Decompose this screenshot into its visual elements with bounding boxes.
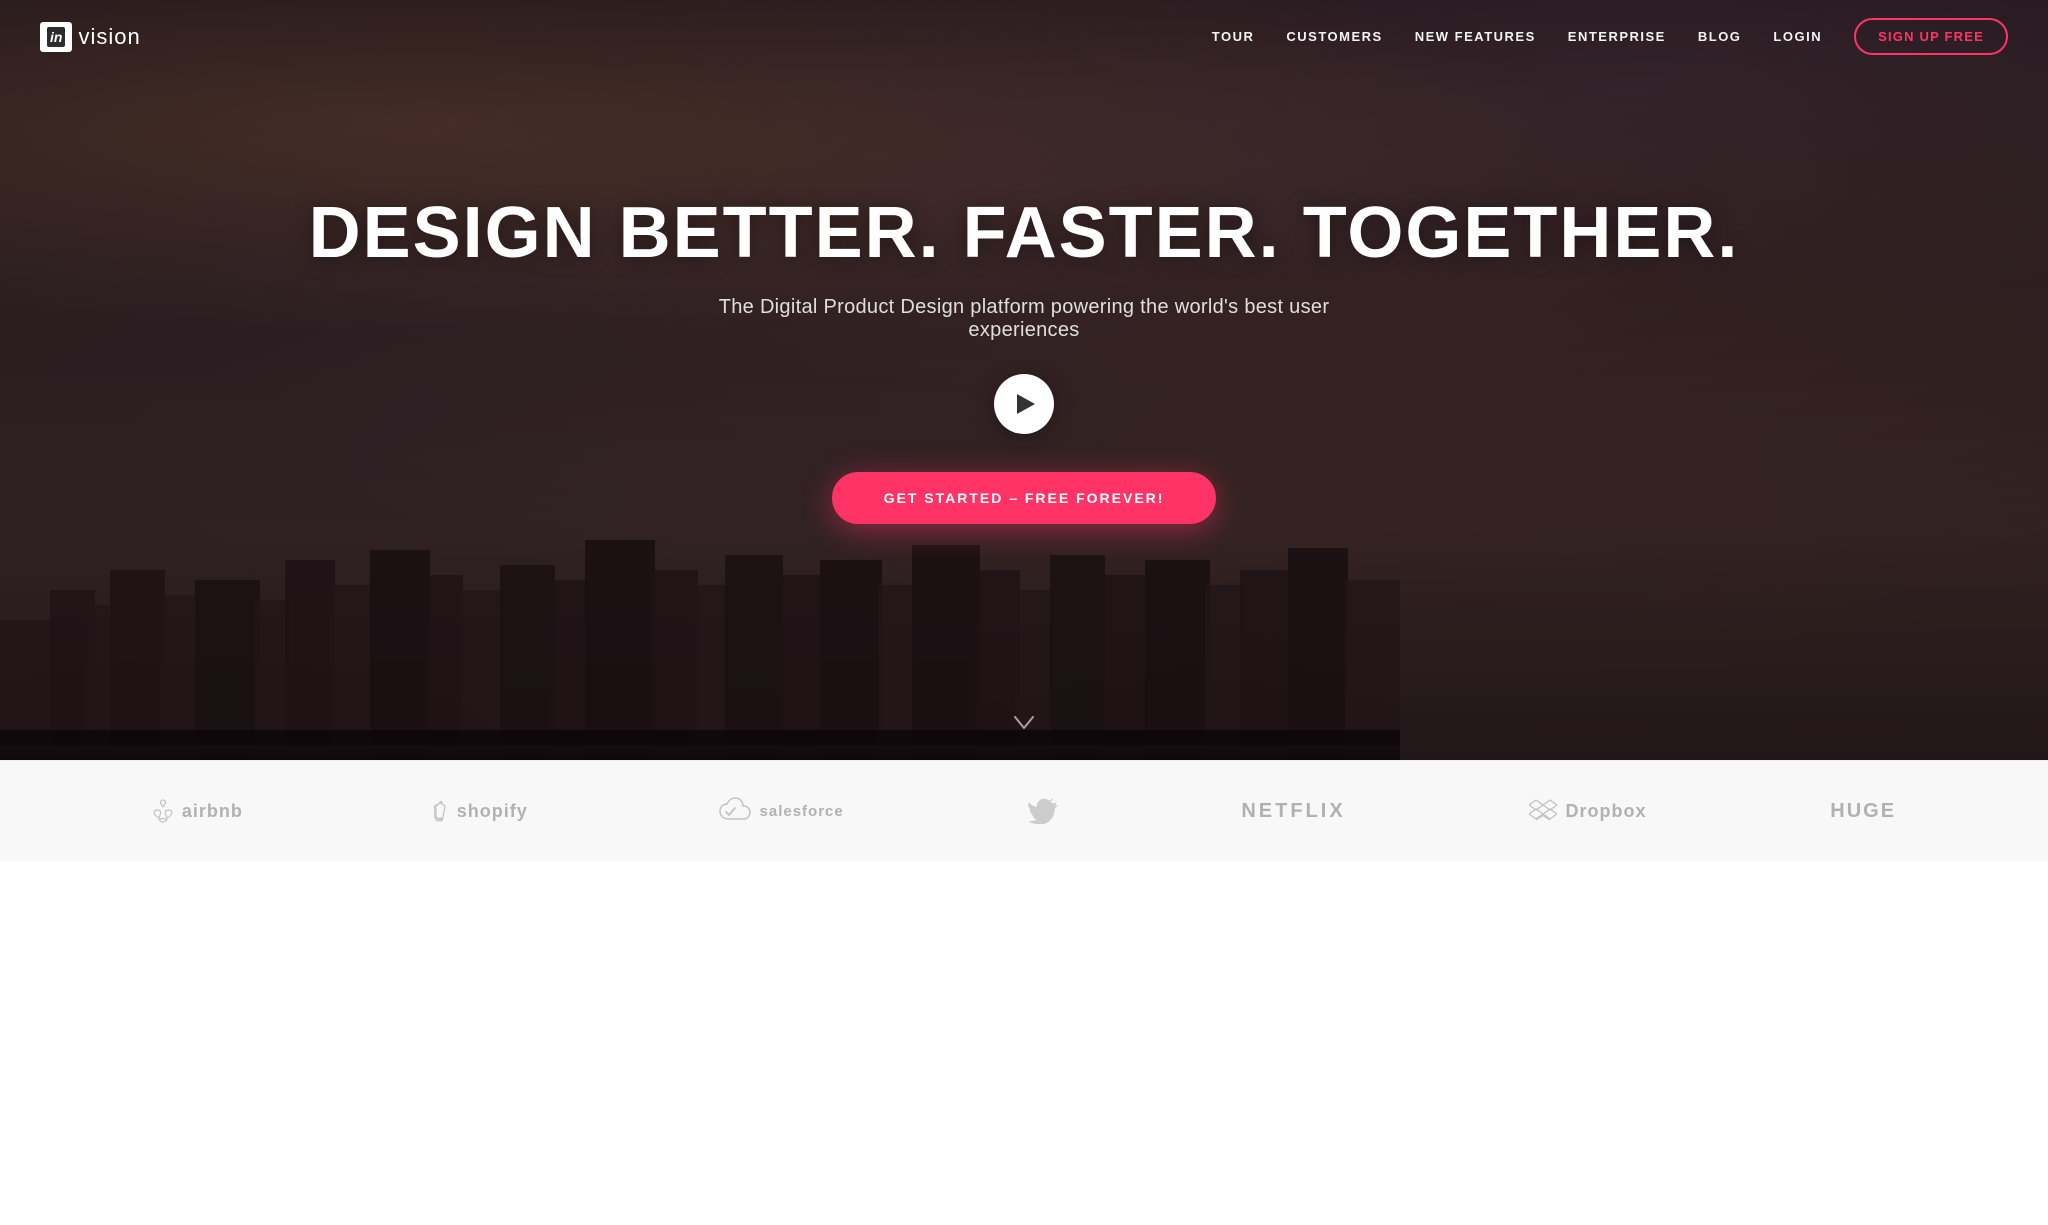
site-header: in vision TOUR CUSTOMERS NEW FEATURES EN… [0,0,2048,73]
airbnb-text: airbnb [182,801,243,822]
logo-huge: HUGE [1830,800,1896,823]
play-icon [1017,394,1035,414]
nav-new-features[interactable]: NEW FEATURES [1415,29,1536,44]
shopify-text: shopify [457,801,528,822]
signup-button[interactable]: SIGN UP FREE [1854,18,2008,55]
shopify-icon [427,798,449,824]
logo-shopify: shopify [427,798,528,824]
twitter-icon [1028,798,1058,824]
huge-text: HUGE [1830,800,1896,823]
salesforce-icon [712,797,752,825]
hero-subtitle: The Digital Product Design platform powe… [684,296,1364,342]
nav-customers[interactable]: CUSTOMERS [1286,29,1382,44]
hero-section: DESIGN BETTER. FASTER. TOGETHER. The Dig… [0,0,2048,760]
nav-login[interactable]: LOGIN [1773,29,1822,44]
main-nav: TOUR CUSTOMERS NEW FEATURES ENTERPRISE B… [1212,18,2008,55]
dropbox-text: Dropbox [1565,801,1646,822]
logo-vision-text: vision [78,24,140,50]
logo-salesforce: salesforce [712,797,844,825]
logos-section: airbnb shopify salesforce NETFLIX [0,760,2048,861]
nav-enterprise[interactable]: ENTERPRISE [1568,29,1666,44]
logo-dropbox: Dropbox [1529,798,1646,824]
hero-title: DESIGN BETTER. FASTER. TOGETHER. [309,196,1740,272]
logo-airbnb: airbnb [152,798,243,824]
scroll-indicator [1014,710,1034,736]
play-button[interactable] [994,374,1054,434]
nav-tour[interactable]: TOUR [1212,29,1255,44]
netflix-text: NETFLIX [1241,800,1345,823]
logo-twitter [1028,798,1058,824]
logo[interactable]: in vision [40,22,141,52]
dropbox-icon [1529,798,1557,824]
hero-content: DESIGN BETTER. FASTER. TOGETHER. The Dig… [309,196,1740,524]
logo-in: in [47,27,65,47]
airbnb-icon [152,798,174,824]
salesforce-text: salesforce [760,803,844,820]
get-started-button[interactable]: GET STARTED – FREE FOREVER! [832,472,1217,524]
logo-netflix: NETFLIX [1241,800,1345,823]
nav-blog[interactable]: BLOG [1698,29,1742,44]
